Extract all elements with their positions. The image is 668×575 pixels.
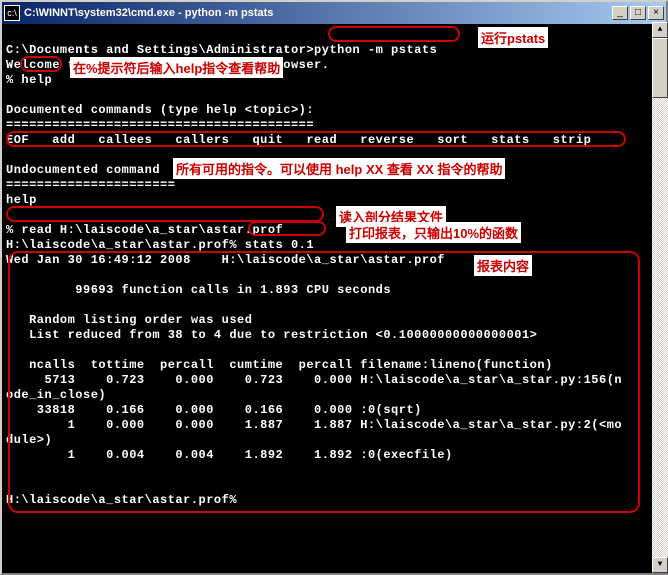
line: ========================================: [6, 118, 314, 132]
line: 99693 function calls in 1.893 CPU second…: [6, 283, 391, 297]
annot-help: 在%提示符后输入help指令查看帮助: [70, 57, 283, 78]
line: Random listing order was used: [6, 313, 252, 327]
titlebar[interactable]: c:\ C:\WINNT\system32\cmd.exe - python -…: [2, 2, 666, 24]
line: Documented commands (type help <topic>):: [6, 103, 314, 117]
line: ncalls tottime percall cumtime percall f…: [6, 358, 553, 372]
line: H:\laiscode\a_star\astar.prof% stats 0.1: [6, 238, 314, 252]
line: 1 0.004 0.004 1.892 1.892 :0(execfile): [6, 448, 453, 462]
line: List reduced from 38 to 4 due to restric…: [6, 328, 537, 342]
line: EOF add callees callers quit read revers…: [6, 133, 591, 147]
scroll-up-button[interactable]: ▲: [652, 22, 668, 38]
scrollbar[interactable]: ▲ ▼: [652, 22, 668, 573]
line: C:\Documents and Settings\Administrator>…: [6, 43, 437, 57]
line: 33818 0.166 0.000 0.166 0.000 :0(sqrt): [6, 403, 422, 417]
line: ode_in_close): [6, 388, 106, 402]
line: dule>): [6, 433, 52, 447]
line: Wed Jan 30 16:49:12 2008 H:\laiscode\a_s…: [6, 253, 445, 267]
annot-report: 报表内容: [474, 255, 532, 276]
minimize-button[interactable]: _: [612, 6, 628, 20]
line: 1 0.000 0.000 1.887 1.887 H:\laiscode\a_…: [6, 418, 622, 432]
scroll-track[interactable]: [652, 38, 668, 557]
scroll-thumb[interactable]: [652, 38, 668, 98]
annot-all-cmds: 所有可用的指令。可以使用 help XX 查看 XX 指令的帮助: [173, 158, 505, 179]
maximize-button[interactable]: □: [630, 6, 646, 20]
close-button[interactable]: ×: [648, 6, 664, 20]
line: H:\laiscode\a_star\astar.prof%: [6, 493, 237, 507]
line: 5713 0.723 0.000 0.723 0.000 H:\laiscode…: [6, 373, 622, 387]
line: ======================: [6, 178, 175, 192]
terminal-area[interactable]: C:\Documents and Settings\Administrator>…: [2, 24, 666, 573]
annot-run-pstats: 运行pstats: [478, 27, 548, 48]
line: help: [6, 193, 37, 207]
cmd-window: c:\ C:\WINNT\system32\cmd.exe - python -…: [0, 0, 668, 575]
line: Undocumented command: [6, 163, 160, 177]
line: % read H:\laiscode\a_star\astar.prof: [6, 223, 283, 237]
line: % help: [6, 73, 52, 87]
window-title: C:\WINNT\system32\cmd.exe - python -m ps…: [24, 7, 610, 19]
annot-print: 打印报表，只输出10%的函数: [346, 222, 521, 243]
scroll-down-button[interactable]: ▼: [652, 557, 668, 573]
cmd-icon: c:\: [4, 5, 20, 21]
